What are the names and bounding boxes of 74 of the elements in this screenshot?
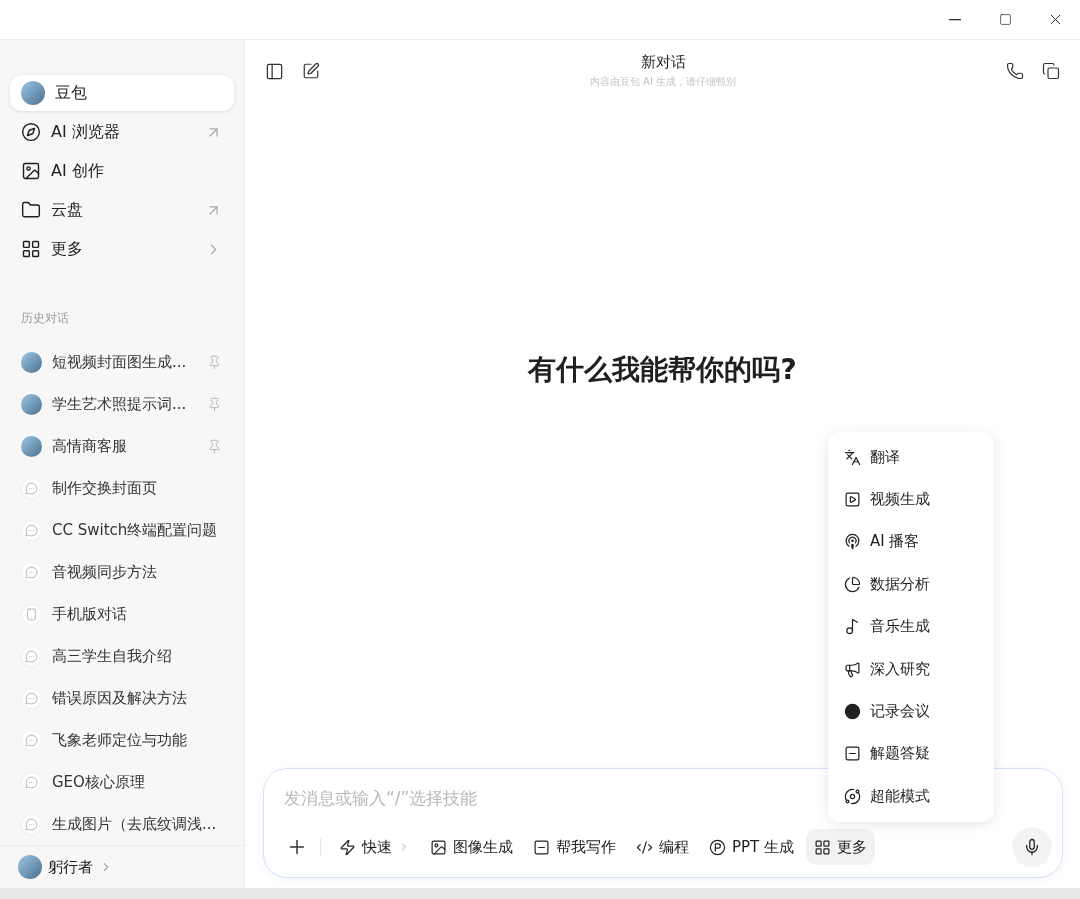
history-item[interactable]: 飞象老师定位与功能 (10, 719, 234, 761)
tool-button[interactable]: PPT 生成 (701, 829, 803, 865)
microphone-button[interactable] (1012, 827, 1052, 867)
greeting: 有什么我能帮你的吗? (528, 352, 797, 388)
chat-icon (21, 561, 42, 583)
tool-button[interactable]: 帮我写作 (525, 829, 624, 865)
pen-icon (302, 62, 320, 80)
menu-item[interactable]: 超能模式 (834, 775, 988, 818)
menu-item[interactable]: 音乐生成 (834, 605, 988, 648)
avatar (21, 435, 42, 457)
phone-icon (1006, 62, 1024, 80)
microphone-icon (1023, 838, 1041, 856)
grid-icon (21, 239, 41, 259)
avatar (18, 855, 42, 879)
history-item[interactable]: 错误原因及解决方法 (10, 677, 234, 719)
history-item[interactable]: 音视频同步方法 (10, 551, 234, 593)
history-item[interactable]: 手机版对话 (10, 593, 234, 635)
menu-item[interactable]: 数据分析 (834, 563, 988, 606)
chat-icon (21, 645, 42, 667)
letter-p-icon (709, 838, 726, 856)
chat-icon (21, 729, 42, 751)
history-item[interactable]: 学生艺术照提示词... (10, 383, 234, 425)
user-profile[interactable]: 躬行者 (0, 845, 244, 888)
history-item[interactable]: 短视频封面图生成... (10, 341, 234, 383)
translate-icon (844, 448, 861, 466)
history-item[interactable]: 高情商客服 (10, 425, 234, 467)
copy-icon (1042, 62, 1060, 80)
chat-title: 新对话 (640, 53, 686, 72)
tool-button[interactable]: 编程 (628, 829, 697, 865)
minimize-icon (949, 18, 961, 21)
grid-icon (814, 838, 832, 856)
code-icon (636, 838, 653, 856)
image-icon (430, 838, 447, 856)
chat-icon (21, 771, 42, 793)
menu-item[interactable]: 视频生成 (834, 478, 988, 521)
sidebar-icon (265, 61, 284, 81)
note-icon (533, 838, 550, 856)
podcast-icon (844, 533, 861, 551)
image-icon (21, 161, 41, 181)
tool-button[interactable]: 图像生成 (422, 829, 521, 865)
history-item[interactable]: 制作交换封面页 (10, 467, 234, 509)
avatar (21, 81, 45, 105)
phone-icon (21, 603, 42, 625)
sidebar-item[interactable]: 豆包 (10, 75, 234, 111)
call-button[interactable] (1004, 60, 1026, 82)
note-icon (844, 745, 861, 763)
history-item[interactable]: 高三学生自我介绍 (10, 635, 234, 677)
section-title: 历史对话 (21, 310, 70, 327)
play-icon (844, 491, 861, 509)
avatar (21, 393, 42, 415)
tool-button[interactable]: 快速 (331, 829, 418, 865)
folder-icon (21, 200, 41, 220)
chat-icon (21, 813, 42, 835)
window-button[interactable] (1040, 60, 1062, 82)
record-icon (844, 703, 861, 721)
maximize-icon (998, 13, 1012, 26)
tool-button[interactable]: 更多 (806, 829, 876, 865)
lightning-icon (339, 838, 356, 856)
menu-item[interactable]: 记录会议 (834, 690, 988, 733)
menu-item[interactable]: 翻译 (834, 436, 988, 479)
history-item[interactable]: 生成图片（去底纹调浅... (10, 803, 234, 845)
chat-icon (21, 519, 42, 541)
chat-icon (21, 687, 42, 709)
megaphone-icon (844, 660, 861, 678)
menu-item[interactable]: 深入研究 (834, 647, 988, 691)
planet-icon (844, 787, 861, 805)
history-item[interactable]: GEO核心原理 (10, 761, 234, 803)
music-note-icon (844, 618, 861, 636)
compass-icon (21, 122, 41, 142)
pie-chart-icon (844, 575, 861, 593)
history-item[interactable]: CC Switch终端配置问题 (10, 509, 234, 551)
menu-item[interactable]: AI 播客 (834, 520, 988, 564)
chat-icon (21, 477, 42, 499)
avatar (21, 351, 42, 373)
